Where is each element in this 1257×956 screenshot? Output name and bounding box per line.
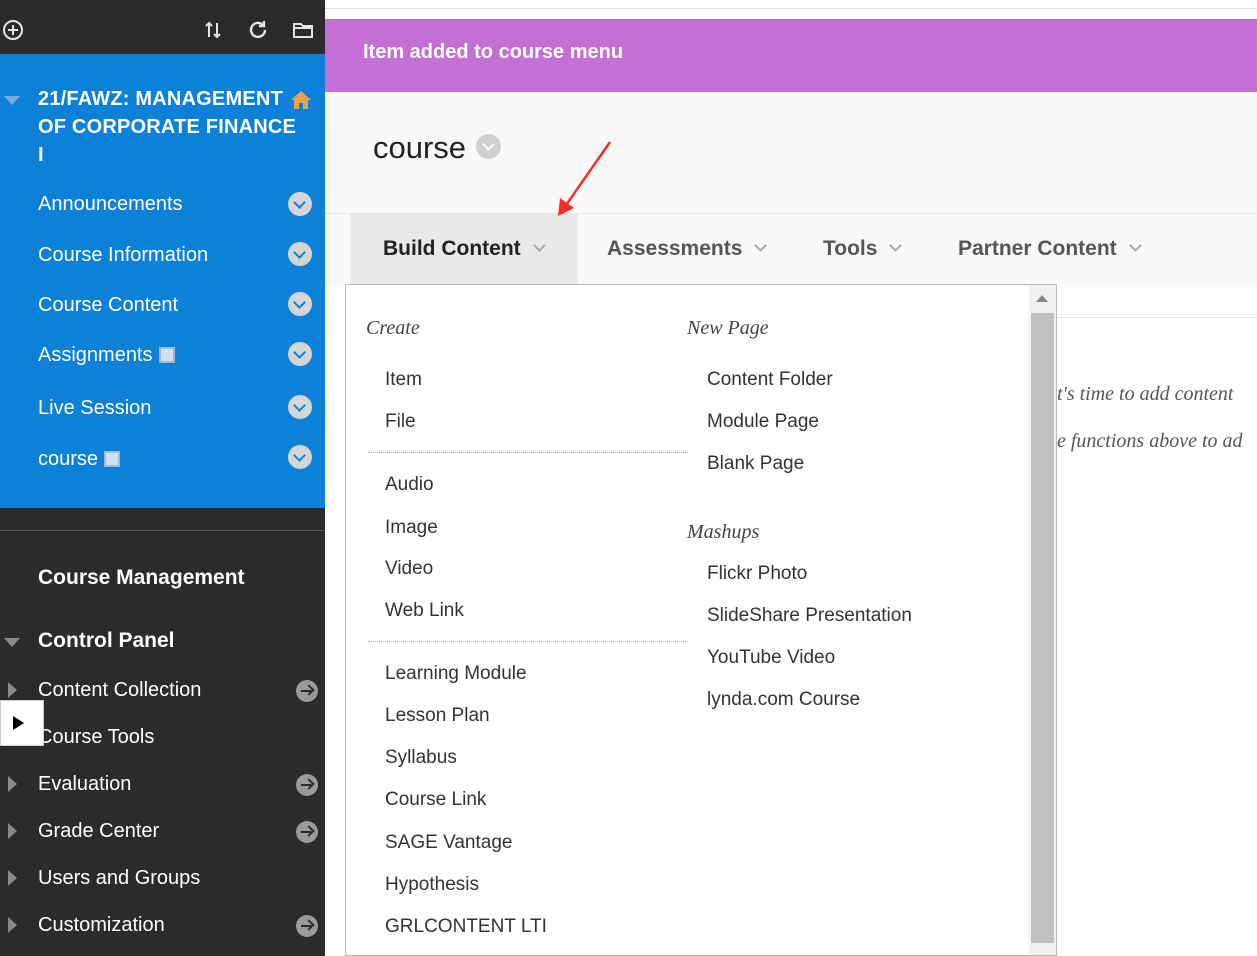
page-header: course [325,92,1257,213]
chevron-down-icon[interactable] [288,292,312,316]
assessments-button[interactable]: Assessments [607,214,768,286]
empty-content-message: t's time to add content [1057,383,1234,405]
menu-scrollbar[interactable] [1029,285,1056,955]
chevron-down-icon[interactable] [288,395,312,419]
expand-icon[interactable] [8,870,17,886]
scrollbar-thumb[interactable] [1031,313,1054,943]
hidden-from-students-icon [104,451,121,467]
build-content-menu: Create Item File Audio Image Video Web L… [345,284,1057,956]
success-banner: Item added to course menu [325,19,1257,92]
menu-separator [368,641,688,642]
add-menu-item-icon[interactable] [0,18,26,44]
menu-item[interactable]: Image [385,517,438,539]
menu-item[interactable]: Hypothesis [385,874,479,896]
menu-item[interactable]: Audio [385,474,434,496]
collapse-course-menu-icon[interactable] [4,96,20,105]
arrow-right-icon[interactable] [296,915,318,937]
menu-separator [368,452,688,453]
control-panel-item-course-tools[interactable]: Course Tools [38,724,154,750]
chevron-down-icon [532,239,546,252]
menu-item[interactable]: Web Link [385,600,464,622]
toggle-sidebar-button[interactable] [0,700,44,746]
menu-item[interactable]: Item [385,369,422,391]
refresh-icon[interactable] [245,18,271,44]
expand-icon[interactable] [8,917,17,933]
partner-content-button[interactable]: Partner Content [958,214,1142,286]
chevron-down-icon [754,239,768,252]
menu-item[interactable]: SlideShare Presentation [707,605,912,627]
menu-item[interactable]: GRLCONTENT LTI [385,916,547,938]
action-bar: Build Content Assessments Tools Partner … [325,213,1257,286]
hidden-from-students-icon [158,347,175,363]
mashups-heading: Mashups [687,521,760,543]
chevron-down-icon[interactable] [476,134,501,159]
sidebar-toolbar [0,9,325,54]
folder-view-icon[interactable] [290,18,316,44]
course-menu-item-live-session[interactable]: Live Session [38,395,151,421]
course-menu-item-assignments[interactable]: Assignments [38,342,175,368]
content-divider [1056,317,1257,318]
course-management-heading: Course Management [38,566,245,589]
control-panel-item-evaluation[interactable]: Evaluation [38,771,131,797]
arrow-right-icon[interactable] [296,774,318,796]
create-heading: Create [366,317,420,339]
control-panel-item-grade-center[interactable]: Grade Center [38,818,159,844]
course-menu: 21/FAWZ: MANAGEMENT OF CORPORATE FINANCE… [0,54,325,508]
arrow-right-icon[interactable] [296,821,318,843]
scroll-up-icon[interactable] [1036,295,1048,302]
control-panel-item-users-and-groups[interactable]: Users and Groups [38,865,200,891]
course-menu-item-course-content[interactable]: Course Content [38,292,178,318]
course-sidebar: 21/FAWZ: MANAGEMENT OF CORPORATE FINANCE… [0,0,325,956]
menu-item[interactable]: Lesson Plan [385,705,490,727]
build-content-button[interactable]: Build Content [350,214,578,286]
chevron-down-icon [1128,239,1142,252]
menu-item[interactable]: Video [385,558,433,580]
tools-button[interactable]: Tools [823,214,903,286]
menu-item[interactable]: Blank Page [707,453,804,475]
control-panel-item-content-collection[interactable]: Content Collection [38,677,201,703]
menu-item[interactable]: Flickr Photo [707,563,807,585]
expand-icon[interactable] [8,776,17,792]
chevron-down-icon[interactable] [288,342,312,366]
chevron-down-icon[interactable] [288,192,312,216]
success-message: Item added to course menu [363,41,624,63]
control-panel-item-customization[interactable]: Customization [38,912,165,938]
expand-icon[interactable] [8,682,17,698]
course-menu-item-course[interactable]: course [38,446,121,472]
course-title[interactable]: 21/FAWZ: MANAGEMENT OF CORPORATE FINANCE… [38,85,298,169]
sidebar-divider [0,530,325,531]
menu-item[interactable]: File [385,411,416,433]
home-icon[interactable] [290,89,312,111]
page-title: course [373,130,467,165]
control-panel-heading[interactable]: Control Panel [38,629,175,653]
reorder-icon[interactable] [200,18,226,44]
expand-icon[interactable] [8,823,17,839]
chevron-down-icon [889,239,903,252]
annotation-arrow-icon [558,141,612,216]
menu-item[interactable]: Module Page [707,411,819,433]
menu-item[interactable]: YouTube Video [707,647,835,669]
chevron-down-icon[interactable] [288,445,312,469]
menu-item[interactable]: lynda.com Course [707,689,860,711]
chevron-down-icon[interactable] [288,242,312,266]
course-menu-item-announcements[interactable]: Announcements [38,191,183,217]
menu-item[interactable]: Learning Module [385,663,527,685]
course-menu-item-course-information[interactable]: Course Information [38,242,208,268]
arrow-right-icon[interactable] [296,680,318,702]
menu-item[interactable]: SAGE Vantage [385,832,512,854]
menu-item[interactable]: Content Folder [707,369,833,391]
empty-content-hint: e functions above to ad [1057,430,1243,452]
collapse-control-panel-icon[interactable] [4,638,20,647]
top-strip [325,0,1257,9]
new-page-heading: New Page [687,317,769,339]
menu-item[interactable]: Course Link [385,789,486,811]
menu-item[interactable]: Syllabus [385,747,457,769]
